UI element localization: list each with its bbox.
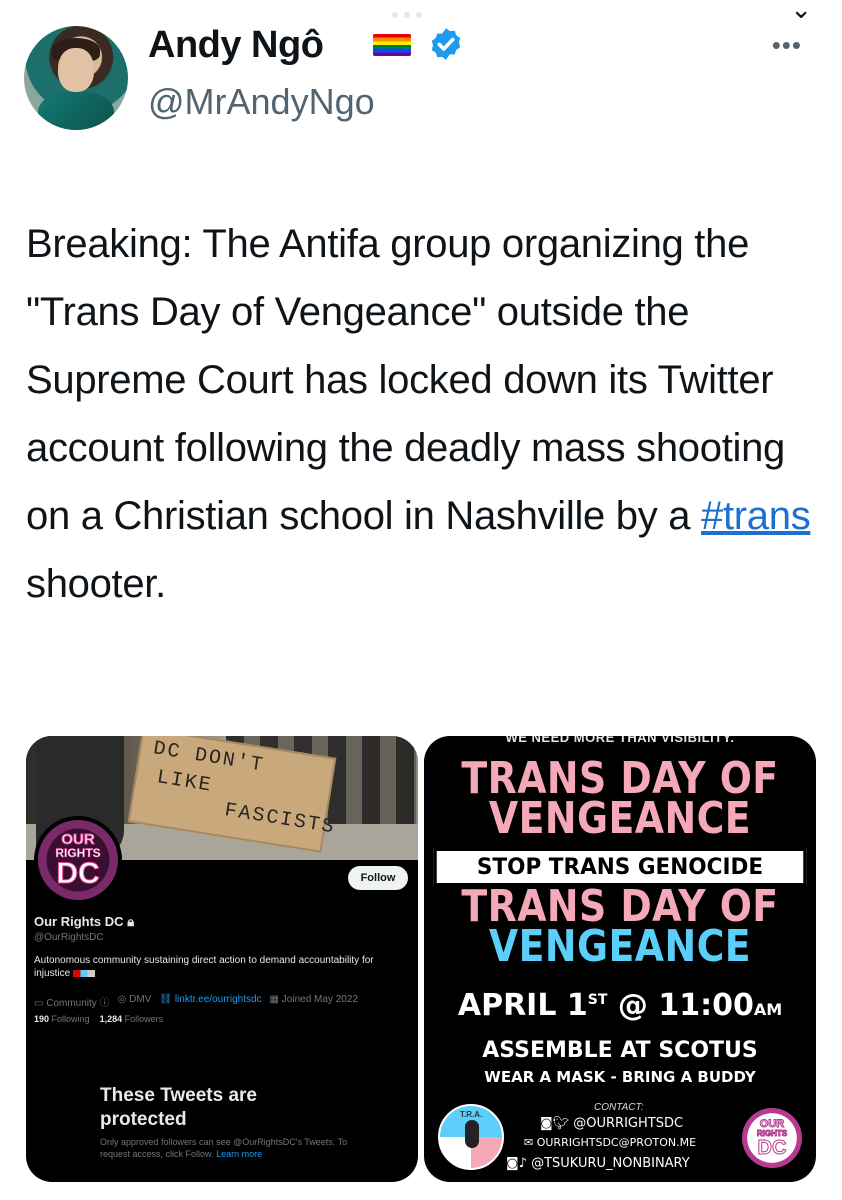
- profile-meta: ▭ Community ⓘ ◎ DMV ⛓ linktr.ee/ourright…: [34, 994, 358, 1009]
- tiktok-icon: ♪: [518, 1156, 527, 1171]
- sign-text: FASCISTS: [222, 799, 338, 840]
- profile-location: ◎ DMV: [117, 994, 152, 1005]
- our-rights-dc-logo: OUR RIGHTS DC: [742, 1108, 802, 1168]
- hashtag-link[interactable]: #trans: [701, 494, 811, 538]
- microphone-icon: [465, 1120, 479, 1148]
- pride-flag-icon: [373, 34, 411, 56]
- more-options-icon[interactable]: •••: [772, 30, 802, 61]
- lock-icon: 🔒︎: [127, 914, 135, 929]
- profile-joined: ▦ Joined May 2022: [269, 994, 358, 1005]
- profile-category: ▭ Community ⓘ: [34, 998, 110, 1009]
- tweet-text-part: shooter.: [26, 562, 166, 606]
- profile-avatar-logo: OUR RIGHTS DC: [34, 816, 122, 904]
- sign-text: LIKE: [155, 766, 215, 798]
- poster-contact-label: CONTACT:: [594, 1102, 644, 1113]
- author-avatar[interactable]: [24, 26, 128, 130]
- instagram-icon: ◙: [540, 1116, 553, 1131]
- following-stat: 190 Following: [34, 1014, 90, 1024]
- poster-wear: WEAR A MASK - BRING A BUDDY: [484, 1068, 756, 1086]
- protected-title: These Tweets are protected: [100, 1085, 258, 1130]
- tweet-image-poster[interactable]: WE NEED MORE THAN VISIBILITY. TRANS DAY …: [424, 736, 816, 1182]
- poster-headline: VENGEANCE: [488, 921, 752, 972]
- poster-headline: VENGEANCE: [488, 793, 752, 844]
- followers-stat: 1,284 Followers: [99, 1014, 164, 1024]
- learn-more-link: Learn more: [216, 1149, 263, 1159]
- poster-date: APRIL 1ST @ 11:00AM: [457, 988, 783, 1023]
- tweet-text: Breaking: The Antifa group organizing th…: [26, 210, 816, 618]
- chevron-down-icon[interactable]: ⌄: [790, 0, 812, 25]
- instagram-icon: ◙: [506, 1156, 519, 1171]
- profile-bio: Autonomous community sustaining direct a…: [34, 955, 374, 979]
- poster-contact-email: ✉ OURRIGHTSDC@PROTON.ME: [524, 1136, 697, 1149]
- author-handle[interactable]: @MrAndyNgo: [148, 80, 375, 124]
- profile-name: Our Rights DC 🔒︎: [34, 914, 135, 929]
- tweet-image-profile-screenshot[interactable]: DC DON'T LIKE FASCISTS OUR RIGHTS DC Fol…: [26, 736, 418, 1182]
- sheet-grabber: [392, 12, 422, 18]
- twitter-icon: 🐦︎: [552, 1116, 570, 1131]
- profile-link: ⛓ linktr.ee/ourrightsdc: [159, 994, 262, 1005]
- tweet-text-part: Breaking: The Antifa group organizing th…: [26, 222, 785, 538]
- follow-button: Follow: [348, 866, 408, 890]
- protected-text: Only approved followers can see @OurRigh…: [100, 1137, 348, 1159]
- profile-handle: @OurRightsDC: [34, 932, 104, 943]
- poster-contact-other: ◙♪ @TSUKURU_NONBINARY: [506, 1156, 690, 1171]
- flag-emoji-icon: [73, 969, 96, 977]
- verified-badge-icon: [431, 28, 461, 60]
- tra-logo: T.R.A.: [438, 1104, 504, 1170]
- mail-icon: ✉: [524, 1136, 534, 1149]
- author-name[interactable]: Andy Ngô: [148, 22, 324, 68]
- poster-assemble: ASSEMBLE AT SCOTUS: [482, 1038, 758, 1063]
- profile-stats: 190 Following 1,284 Followers: [34, 1014, 163, 1024]
- poster-top-text: WE NEED MORE THAN VISIBILITY.: [505, 736, 735, 745]
- poster-contact-social: ◙🐦︎ @OURRIGHTSDC: [540, 1116, 684, 1131]
